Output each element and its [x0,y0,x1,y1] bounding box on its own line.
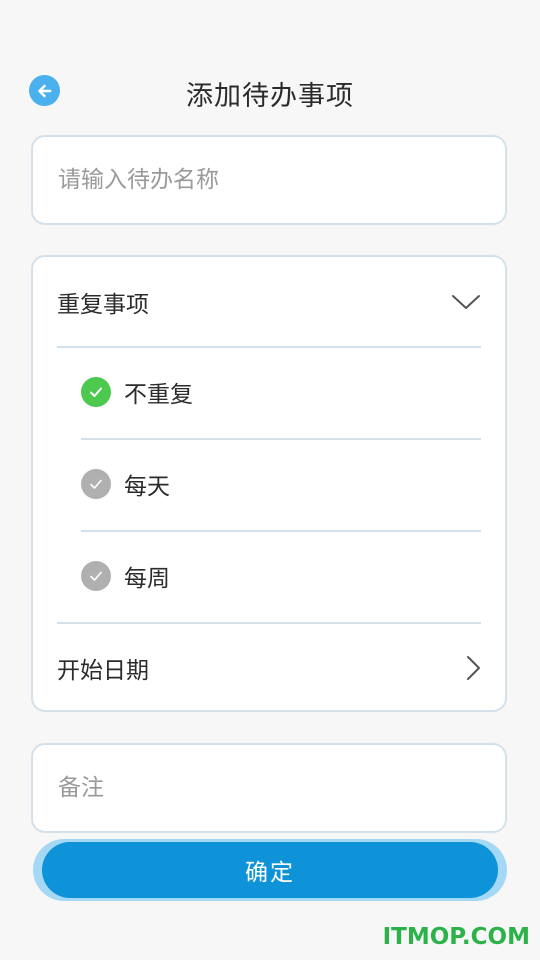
check-icon [81,561,111,591]
repeat-option-none[interactable]: 不重复 [81,347,481,437]
note-field-card [31,743,507,833]
repeat-card: 重复事项 不重复 每天 每周 开始日期 [31,255,507,712]
start-date-row[interactable]: 开始日期 [57,623,481,713]
confirm-button[interactable]: 确定 [42,842,498,898]
repeat-label: 重复事项 [57,292,149,318]
watermark: ITMOP.COM [382,924,530,950]
name-field-card [31,135,507,225]
header: 添加待办事项 [0,60,540,122]
todo-name-input[interactable] [58,137,485,223]
start-date-label: 开始日期 [57,658,149,684]
check-icon [81,377,111,407]
repeat-option-label: 不重复 [124,382,193,408]
chevron-right-icon [465,655,481,681]
repeat-option-label: 每天 [124,474,170,500]
repeat-option-label: 每周 [124,566,170,592]
page-title: 添加待办事项 [186,81,354,112]
repeat-toggle[interactable]: 重复事项 [57,257,481,347]
check-icon [81,469,111,499]
note-input[interactable] [58,745,485,831]
repeat-option-weekly[interactable]: 每周 [81,531,481,621]
repeat-option-daily[interactable]: 每天 [81,439,481,529]
chevron-down-icon [451,293,481,311]
